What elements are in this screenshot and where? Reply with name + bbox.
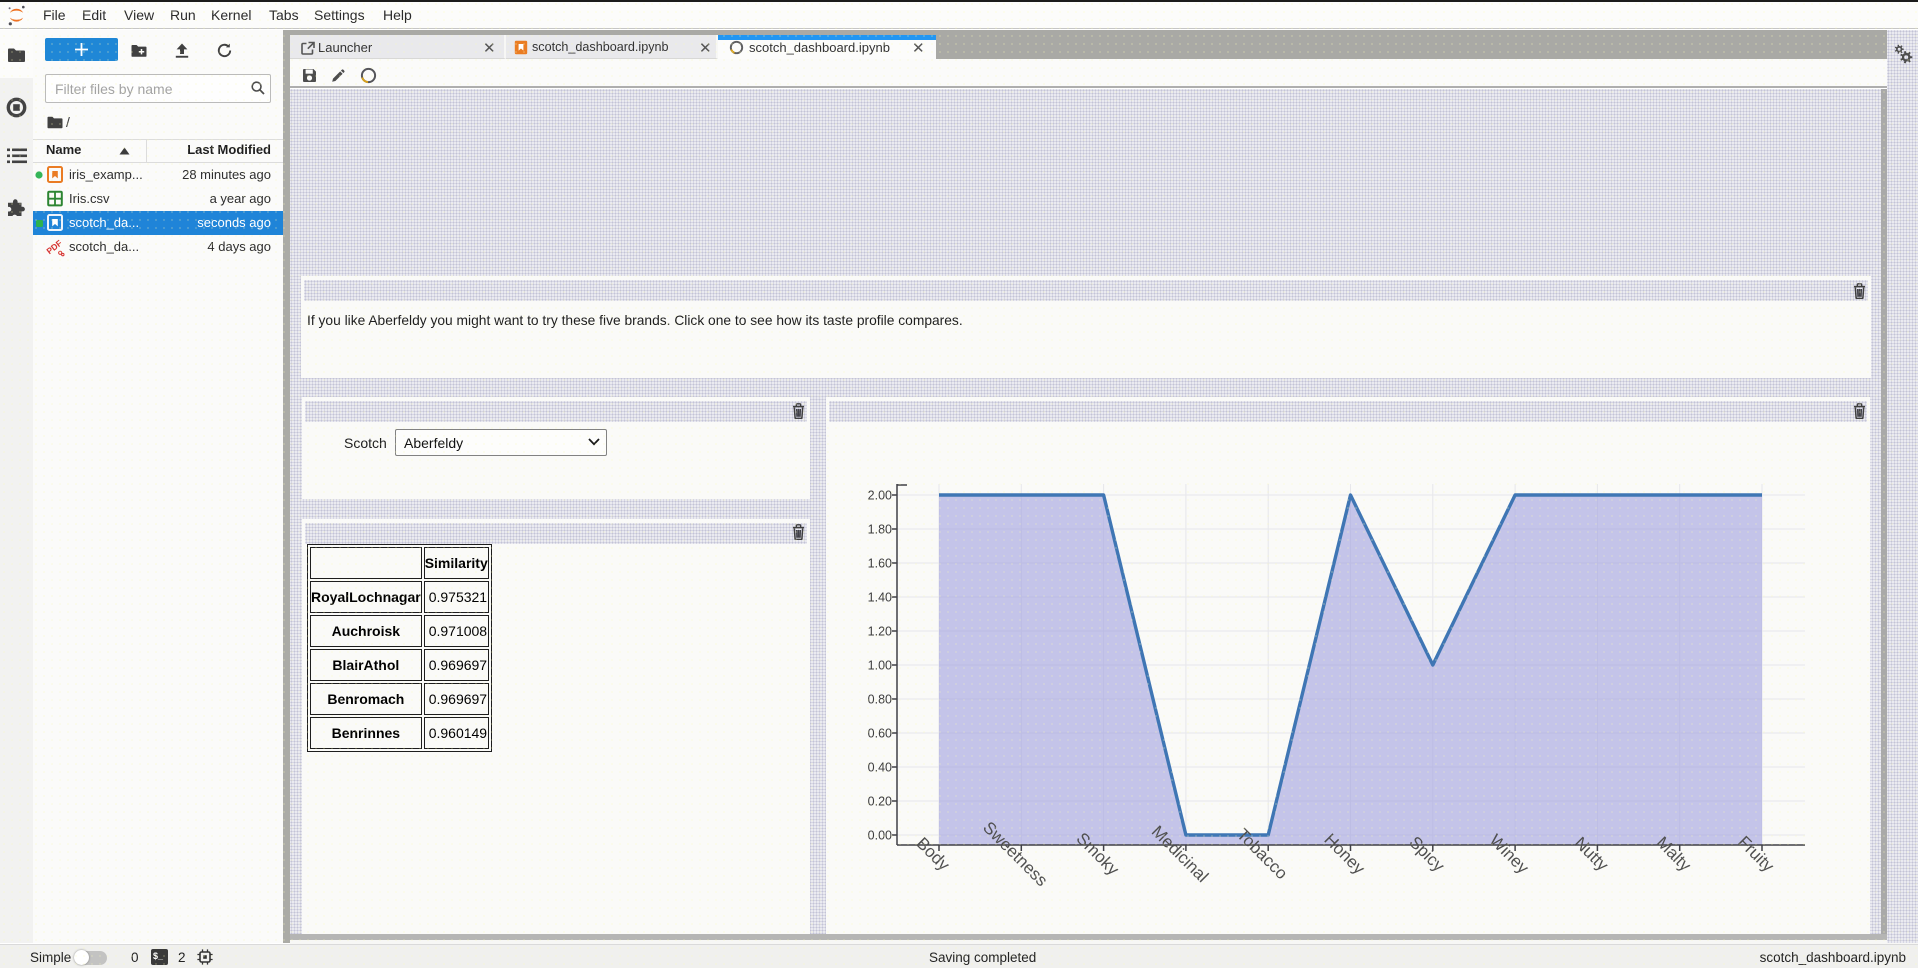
svg-text:0.80: 0.80 bbox=[868, 693, 892, 707]
svg-text:0.40: 0.40 bbox=[868, 761, 892, 775]
svg-text:1.00: 1.00 bbox=[868, 659, 892, 673]
svg-text:0.00: 0.00 bbox=[868, 829, 892, 843]
svg-text:1.20: 1.20 bbox=[868, 625, 892, 639]
svg-text:1.40: 1.40 bbox=[868, 591, 892, 605]
svg-text:0.60: 0.60 bbox=[868, 727, 892, 741]
svg-text:0.20: 0.20 bbox=[868, 795, 892, 809]
svg-text:1.80: 1.80 bbox=[868, 523, 892, 537]
svg-text:1.60: 1.60 bbox=[868, 557, 892, 571]
svg-text:2.00: 2.00 bbox=[868, 489, 892, 503]
